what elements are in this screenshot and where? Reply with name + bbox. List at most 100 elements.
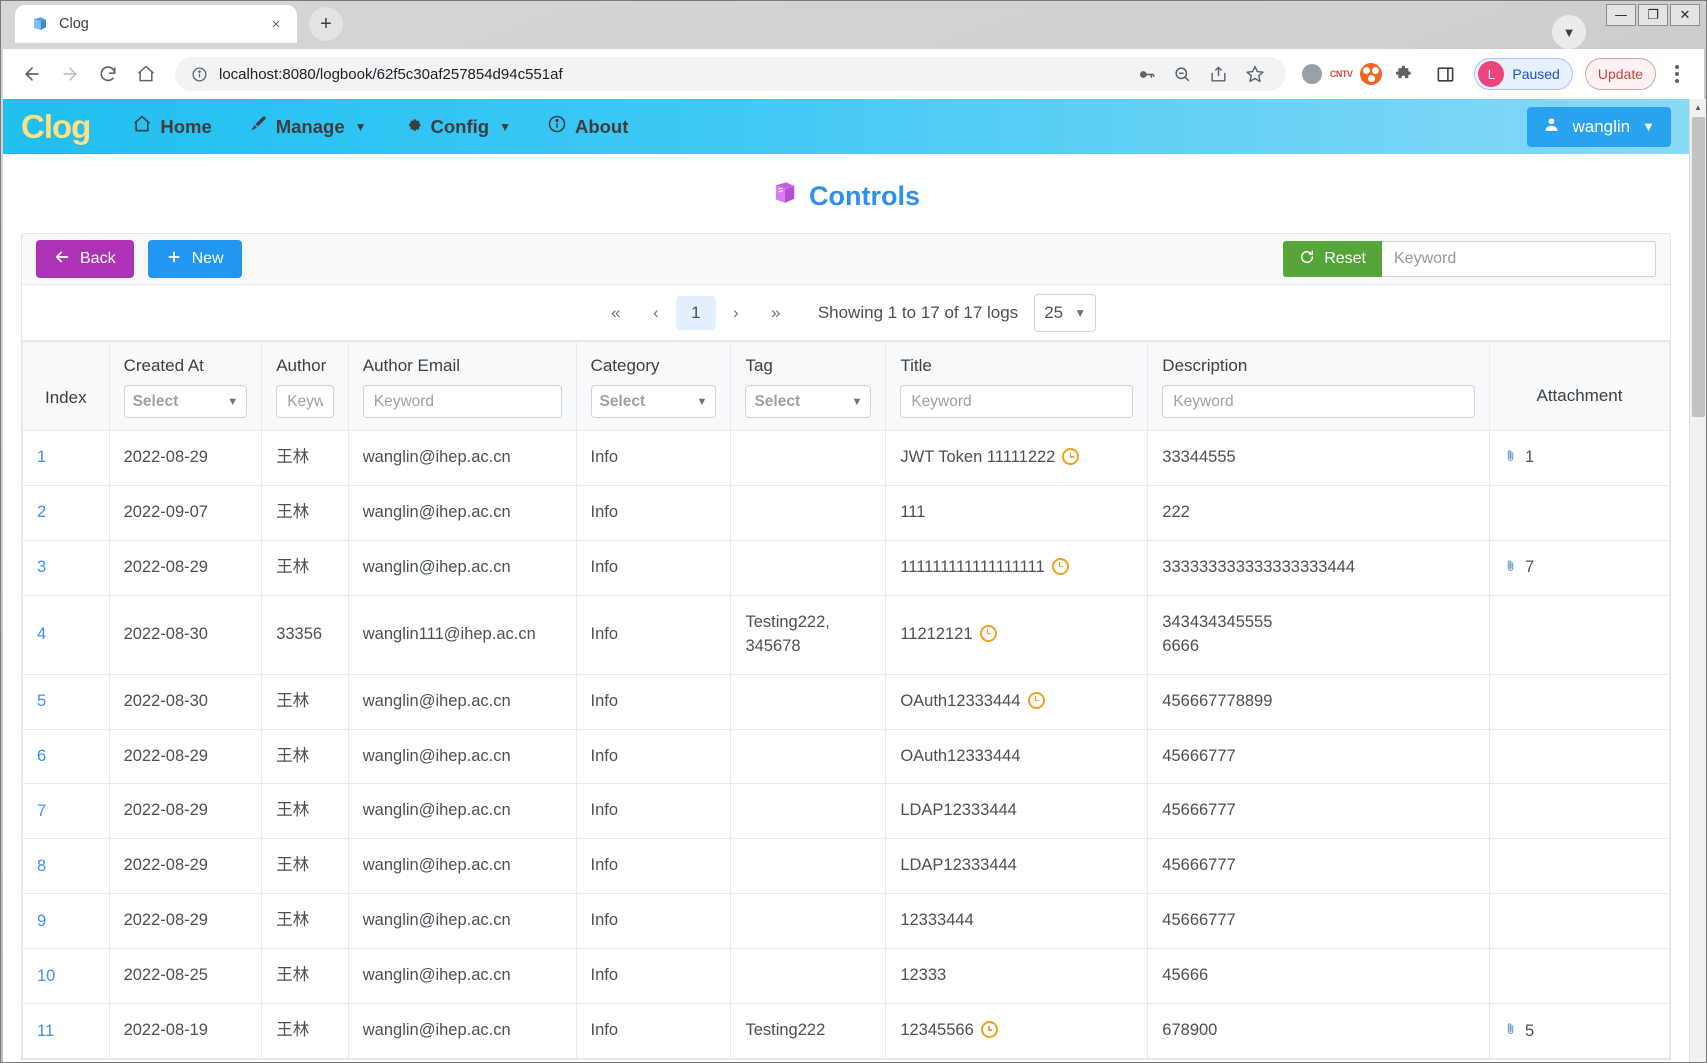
keyword-search-input[interactable]	[1382, 241, 1656, 277]
filter-tag[interactable]: Select ▼	[745, 385, 872, 418]
reload-icon[interactable]	[91, 57, 125, 91]
cell-author: 王林	[261, 539, 349, 596]
filter-category[interactable]: Select ▼	[590, 385, 717, 418]
row-index-link[interactable]: 10	[37, 967, 55, 985]
cell-description: 45666777	[1147, 783, 1490, 840]
row-index-link[interactable]: 4	[37, 625, 46, 643]
address-bar[interactable]: localhost:8080/logbook/62f5c30af257854d9…	[175, 57, 1286, 91]
maximize-button[interactable]: ❐	[1638, 4, 1668, 26]
paperclip-icon	[1504, 557, 1517, 579]
grey-balloon-icon[interactable]	[1301, 64, 1322, 84]
pending-clock-icon	[1027, 691, 1045, 709]
app-brand[interactable]: Clog	[21, 108, 91, 146]
back-button[interactable]: Back	[36, 240, 134, 278]
sidepanel-icon[interactable]	[1428, 57, 1462, 91]
scrollbar-thumb[interactable]	[1692, 117, 1705, 417]
row-index-link[interactable]: 11	[37, 1022, 54, 1040]
cell-created-at: 2022-08-29	[108, 783, 263, 840]
pagination-prev[interactable]: ‹	[636, 296, 676, 330]
key-icon[interactable]	[1130, 57, 1164, 91]
cell-index: 11	[22, 1003, 110, 1060]
filter-description[interactable]	[1162, 385, 1475, 418]
cell-tag	[730, 838, 887, 895]
share-icon[interactable]	[1202, 57, 1236, 91]
nav-item-label: About	[574, 115, 629, 137]
row-index-link[interactable]: 2	[37, 503, 46, 521]
cell-created-at: 2022-08-29	[108, 838, 263, 895]
user-menu-button[interactable]: wanglin ▼	[1527, 106, 1671, 147]
reset-button[interactable]: Reset	[1283, 241, 1382, 277]
book-icon	[772, 180, 798, 213]
zoom-out-icon[interactable]	[1166, 57, 1200, 91]
filter-created-at[interactable]: Select ▼	[123, 385, 248, 418]
profile-paused-button[interactable]: L Paused	[1474, 58, 1573, 90]
page-viewport: Clog Home Manage ▼ Config ▼ About wangli…	[3, 99, 1706, 1062]
nav-item-about[interactable]: About	[531, 106, 644, 147]
attachment-link[interactable]: 5	[1504, 1020, 1534, 1042]
row-index-link[interactable]: 6	[37, 747, 46, 765]
header-row: Index Created At Select ▼ Author Keyword…	[22, 341, 1671, 431]
row-index-link[interactable]: 7	[37, 802, 46, 820]
orange-ubuntu-icon[interactable]	[1360, 63, 1383, 85]
row-index-link[interactable]: 3	[37, 558, 46, 576]
scroll-up-arrow[interactable]: ▲	[1690, 99, 1706, 116]
table-row: 3 2022-08-29 王林 wanglin@ihep.ac.cn Info 11111…	[22, 539, 1671, 596]
puzzle-icon[interactable]	[1388, 57, 1422, 91]
filter-author-email[interactable]	[362, 385, 562, 418]
pagination-next[interactable]: ›	[716, 296, 756, 330]
update-button[interactable]: Update	[1584, 58, 1656, 90]
minimize-button[interactable]: —	[1606, 4, 1636, 26]
arrow-left-icon[interactable]	[15, 57, 49, 91]
chevron-down-icon[interactable]: ▼	[1552, 15, 1586, 49]
nav-item-manage[interactable]: Manage ▼	[232, 106, 383, 147]
home-icon[interactable]	[129, 57, 163, 91]
cell-created-at: 2022-08-29	[108, 430, 263, 486]
cell-author-email: wanglin@ihep.ac.cn	[347, 948, 577, 1005]
close-button[interactable]: ✕	[1670, 4, 1700, 26]
col-author-email: Author Email	[347, 341, 577, 431]
arrow-left-icon	[54, 249, 70, 270]
cell-index: 3	[22, 539, 110, 596]
col-attachment-label: Attachment	[1536, 386, 1623, 405]
tab-title: Clog	[59, 16, 89, 32]
attachment-link[interactable]: 7	[1504, 557, 1534, 579]
close-icon[interactable]: ×	[265, 13, 287, 35]
cell-category: Info	[575, 893, 732, 950]
filter-author[interactable]	[276, 385, 334, 418]
new-button[interactable]: New	[147, 240, 242, 278]
row-index-link[interactable]: 8	[37, 857, 46, 875]
nav-item-label: Config	[430, 115, 490, 137]
pagination-last[interactable]: »	[756, 296, 796, 330]
cell-created-at: 2022-08-19	[108, 1003, 263, 1060]
kebab-menu-icon[interactable]	[1662, 57, 1692, 91]
browser-tab[interactable]: Clog ×	[15, 5, 297, 43]
nav-item-label: Home	[160, 115, 212, 137]
pending-clock-icon	[979, 624, 997, 642]
cntv-icon[interactable]: CNTV	[1327, 68, 1355, 80]
cell-tag	[730, 484, 887, 541]
cell-category: Info	[575, 673, 732, 730]
cell-attachment	[1488, 673, 1671, 730]
pagination-first[interactable]: «	[596, 296, 636, 330]
cell-index: 1	[22, 430, 110, 486]
cell-created-at: 2022-09-07	[108, 484, 263, 541]
filter-title[interactable]	[900, 385, 1134, 418]
page-scrollbar[interactable]: ▲	[1689, 99, 1706, 1062]
row-index-link[interactable]: 5	[37, 692, 46, 710]
info-circle-icon[interactable]	[189, 64, 209, 84]
row-index-link[interactable]: 9	[37, 912, 46, 930]
avatar: L	[1478, 61, 1505, 87]
pagination-page-1[interactable]: 1	[675, 295, 716, 330]
nav-item-config[interactable]: Config ▼	[387, 106, 527, 147]
star-icon[interactable]	[1238, 57, 1272, 91]
per-page-select[interactable]: 25 ▼	[1034, 293, 1097, 332]
table-row: 1 2022-08-29 王林 wanglin@ihep.ac.cn Info JWT T…	[22, 430, 1671, 486]
nav-item-home[interactable]: Home	[116, 106, 227, 147]
cell-title: JWT Token 11111222	[885, 430, 1149, 486]
row-index-link[interactable]: 1	[37, 448, 46, 466]
cell-category: Info	[575, 948, 732, 1005]
table-row: 4 2022-08-30 33356 wanglin111@ihep.ac.cn Inf…	[22, 594, 1671, 675]
tab-strip: Clog × +	[15, 5, 343, 43]
new-tab-button[interactable]: +	[309, 7, 343, 41]
attachment-link[interactable]: 1	[1504, 447, 1534, 469]
